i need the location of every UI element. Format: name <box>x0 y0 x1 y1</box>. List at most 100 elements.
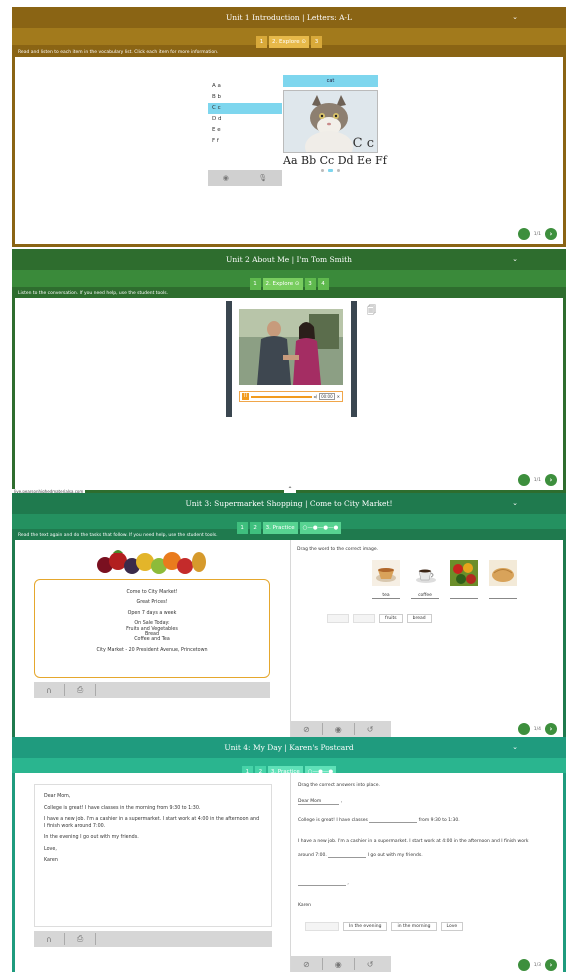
word-chip[interactable]: in the morning <box>391 922 437 931</box>
reset-icon[interactable]: ↺ <box>367 725 374 734</box>
label-slot[interactable]: tea <box>372 592 400 599</box>
chevron-down-icon[interactable]: ⌄ <box>512 7 518 28</box>
progress-dots: ○—●—●—● <box>299 522 342 534</box>
close-icon[interactable]: ✕ <box>337 394 340 399</box>
letter-toolbar: ◉ 🎙 <box>208 170 282 186</box>
unit1-instruction: Read and listen to each item in the voca… <box>18 50 219 55</box>
chevron-down-icon[interactable]: ⌄ <box>512 249 518 270</box>
video-image[interactable] <box>239 309 343 385</box>
seek-bar[interactable] <box>251 395 312 398</box>
pause-icon[interactable]: II <box>242 393 249 400</box>
step-tab-2[interactable]: 2. Explore ⊙ <box>269 36 309 48</box>
print-icon[interactable]: ⎙ <box>77 934 83 944</box>
sentence-text: from 9:30 to 1:30. <box>418 818 460 823</box>
ad-line: City Market - 20 President Avenue, Princ… <box>96 647 208 653</box>
word-chip[interactable]: In the evening <box>343 922 388 931</box>
image-target[interactable] <box>489 560 517 599</box>
label-slot[interactable] <box>450 592 478 599</box>
unit4-panel: Unit 4: My Day | Karen's Postcard ⌄ 1 2 … <box>12 737 566 972</box>
empty-chip <box>327 614 349 623</box>
unit3-content: Come to City Market! Great Prices! Open … <box>15 540 563 737</box>
next-arrow-icon[interactable]: › <box>545 959 557 971</box>
postcard-line: In the evening I go out with my friends. <box>44 835 139 840</box>
unit4-title: Unit 4: My Day | Karen's Postcard <box>224 743 354 752</box>
label-slot[interactable] <box>489 592 517 599</box>
carousel-dot-active[interactable] <box>328 169 333 172</box>
word-chip[interactable]: Love <box>440 922 464 931</box>
unit3-pager: ‹ 1/4 › <box>517 723 557 735</box>
next-arrow-icon[interactable]: › <box>545 474 557 486</box>
chevron-down-icon[interactable]: ⌄ <box>512 737 518 758</box>
postcard-line: Love, <box>44 846 57 852</box>
letter-item[interactable]: F f <box>208 136 282 147</box>
image-target[interactable] <box>450 560 478 599</box>
blank-slot[interactable] <box>328 853 367 858</box>
volume-icon[interactable]: ◂) <box>314 394 318 399</box>
step-tab-1[interactable]: 1 <box>256 36 267 48</box>
record-icon[interactable]: ◉ <box>223 174 229 182</box>
check-icon[interactable]: ⊘ <box>303 725 310 734</box>
fruit-image <box>85 547 215 579</box>
letter-item[interactable]: A a <box>208 81 282 92</box>
letter-item[interactable]: B b <box>208 92 282 103</box>
label-slot[interactable]: coffee <box>411 592 439 599</box>
letter-item[interactable]: D d <box>208 114 282 125</box>
unit2-stepbar: 1 2. Explore ⊙ 3 4 <box>12 270 566 290</box>
unit2-panel: Unit 2 About Me | I'm Tom Smith ⌄ 1 2. E… <box>12 249 566 493</box>
unit3-instruction: Read the text again and do the tasks tha… <box>18 533 218 538</box>
word-chip[interactable]: fruits <box>379 614 403 623</box>
unit1-content: A a B b C c D d E e F f ◉ 🎙 cat C c Aa B… <box>15 57 563 244</box>
step-tab-4[interactable]: 4 <box>317 278 329 290</box>
blank-slot[interactable] <box>369 818 418 823</box>
reset-icon[interactable]: ↺ <box>367 960 374 969</box>
answer-line: College is great! I have classes from 9:… <box>298 818 460 823</box>
show-answer-icon[interactable]: ◉ <box>335 725 342 734</box>
headphones-icon[interactable]: ∩ <box>46 935 52 944</box>
headphones-icon[interactable]: ∩ <box>46 686 52 695</box>
chevron-down-icon[interactable]: ⌄ <box>512 493 518 514</box>
unit1-stepbar: 1 2. Explore ⊙ 3 <box>12 28 566 48</box>
print-icon[interactable]: ⎙ <box>77 685 83 695</box>
step-tab-1[interactable]: 1 <box>236 522 248 534</box>
cat-image: C c <box>283 90 378 153</box>
letter-item[interactable]: E e <box>208 125 282 136</box>
carousel-dot[interactable] <box>337 169 340 172</box>
unit2-title: Unit 2 About Me | I'm Tom Smith <box>226 255 352 264</box>
filled-blank[interactable]: Dear Mom <box>298 799 340 805</box>
microphone-icon[interactable]: 🎙 <box>258 174 267 182</box>
prev-arrow-icon[interactable]: ‹ <box>517 228 530 240</box>
prev-arrow-icon[interactable]: ‹ <box>517 959 530 971</box>
next-arrow-icon[interactable]: › <box>545 723 557 735</box>
step-tab-3[interactable]: 3. Practice <box>262 522 298 534</box>
unit2-titlebar: Unit 2 About Me | I'm Tom Smith ⌄ <box>12 249 566 270</box>
show-answer-icon[interactable]: ◉ <box>335 960 342 969</box>
transcript-icon[interactable]: 🗐 <box>367 303 376 319</box>
image-target[interactable]: tea <box>372 560 400 599</box>
blank-slot[interactable] <box>298 881 346 886</box>
step-tab-3[interactable]: 3 <box>311 36 322 48</box>
word-bank: In the evening in the morning Love <box>305 922 464 931</box>
page-indicator: 1/4 <box>533 726 541 732</box>
sentence-text: I go out with my friends. <box>367 853 423 858</box>
market-ad: Come to City Market! Great Prices! Open … <box>34 579 270 678</box>
step-tab-2[interactable]: 2 <box>249 522 261 534</box>
unit2-content: II ◂) 00:00 ✕ 🗐 ‹ 1/1 › <box>15 298 563 490</box>
empty-chip <box>305 922 339 931</box>
chevron-up-icon[interactable]: ⌃ <box>284 485 296 493</box>
letter-item-selected[interactable]: C c <box>208 103 282 114</box>
step-tab-1[interactable]: 1 <box>249 278 261 290</box>
carousel-dots[interactable] <box>283 169 378 172</box>
page-indicator: 1/1 <box>533 477 541 483</box>
unit1-pager: ‹ 1/1 › <box>517 228 557 240</box>
page-indicator: 1/3 <box>533 962 541 968</box>
step-tab-3[interactable]: 3 <box>304 278 316 290</box>
step-tab-2[interactable]: 2. Explore ⊙ <box>262 278 303 290</box>
unit3-titlebar: Unit 3: Supermarket Shopping | Come to C… <box>12 493 566 514</box>
carousel-dot[interactable] <box>321 169 324 172</box>
prev-arrow-icon[interactable]: ‹ <box>517 474 530 486</box>
word-chip[interactable]: bread <box>406 614 432 623</box>
check-icon[interactable]: ⊘ <box>303 960 310 969</box>
image-target[interactable]: coffee <box>411 560 439 599</box>
prev-arrow-icon[interactable]: ‹ <box>517 723 530 735</box>
next-arrow-icon[interactable]: › <box>545 228 557 240</box>
